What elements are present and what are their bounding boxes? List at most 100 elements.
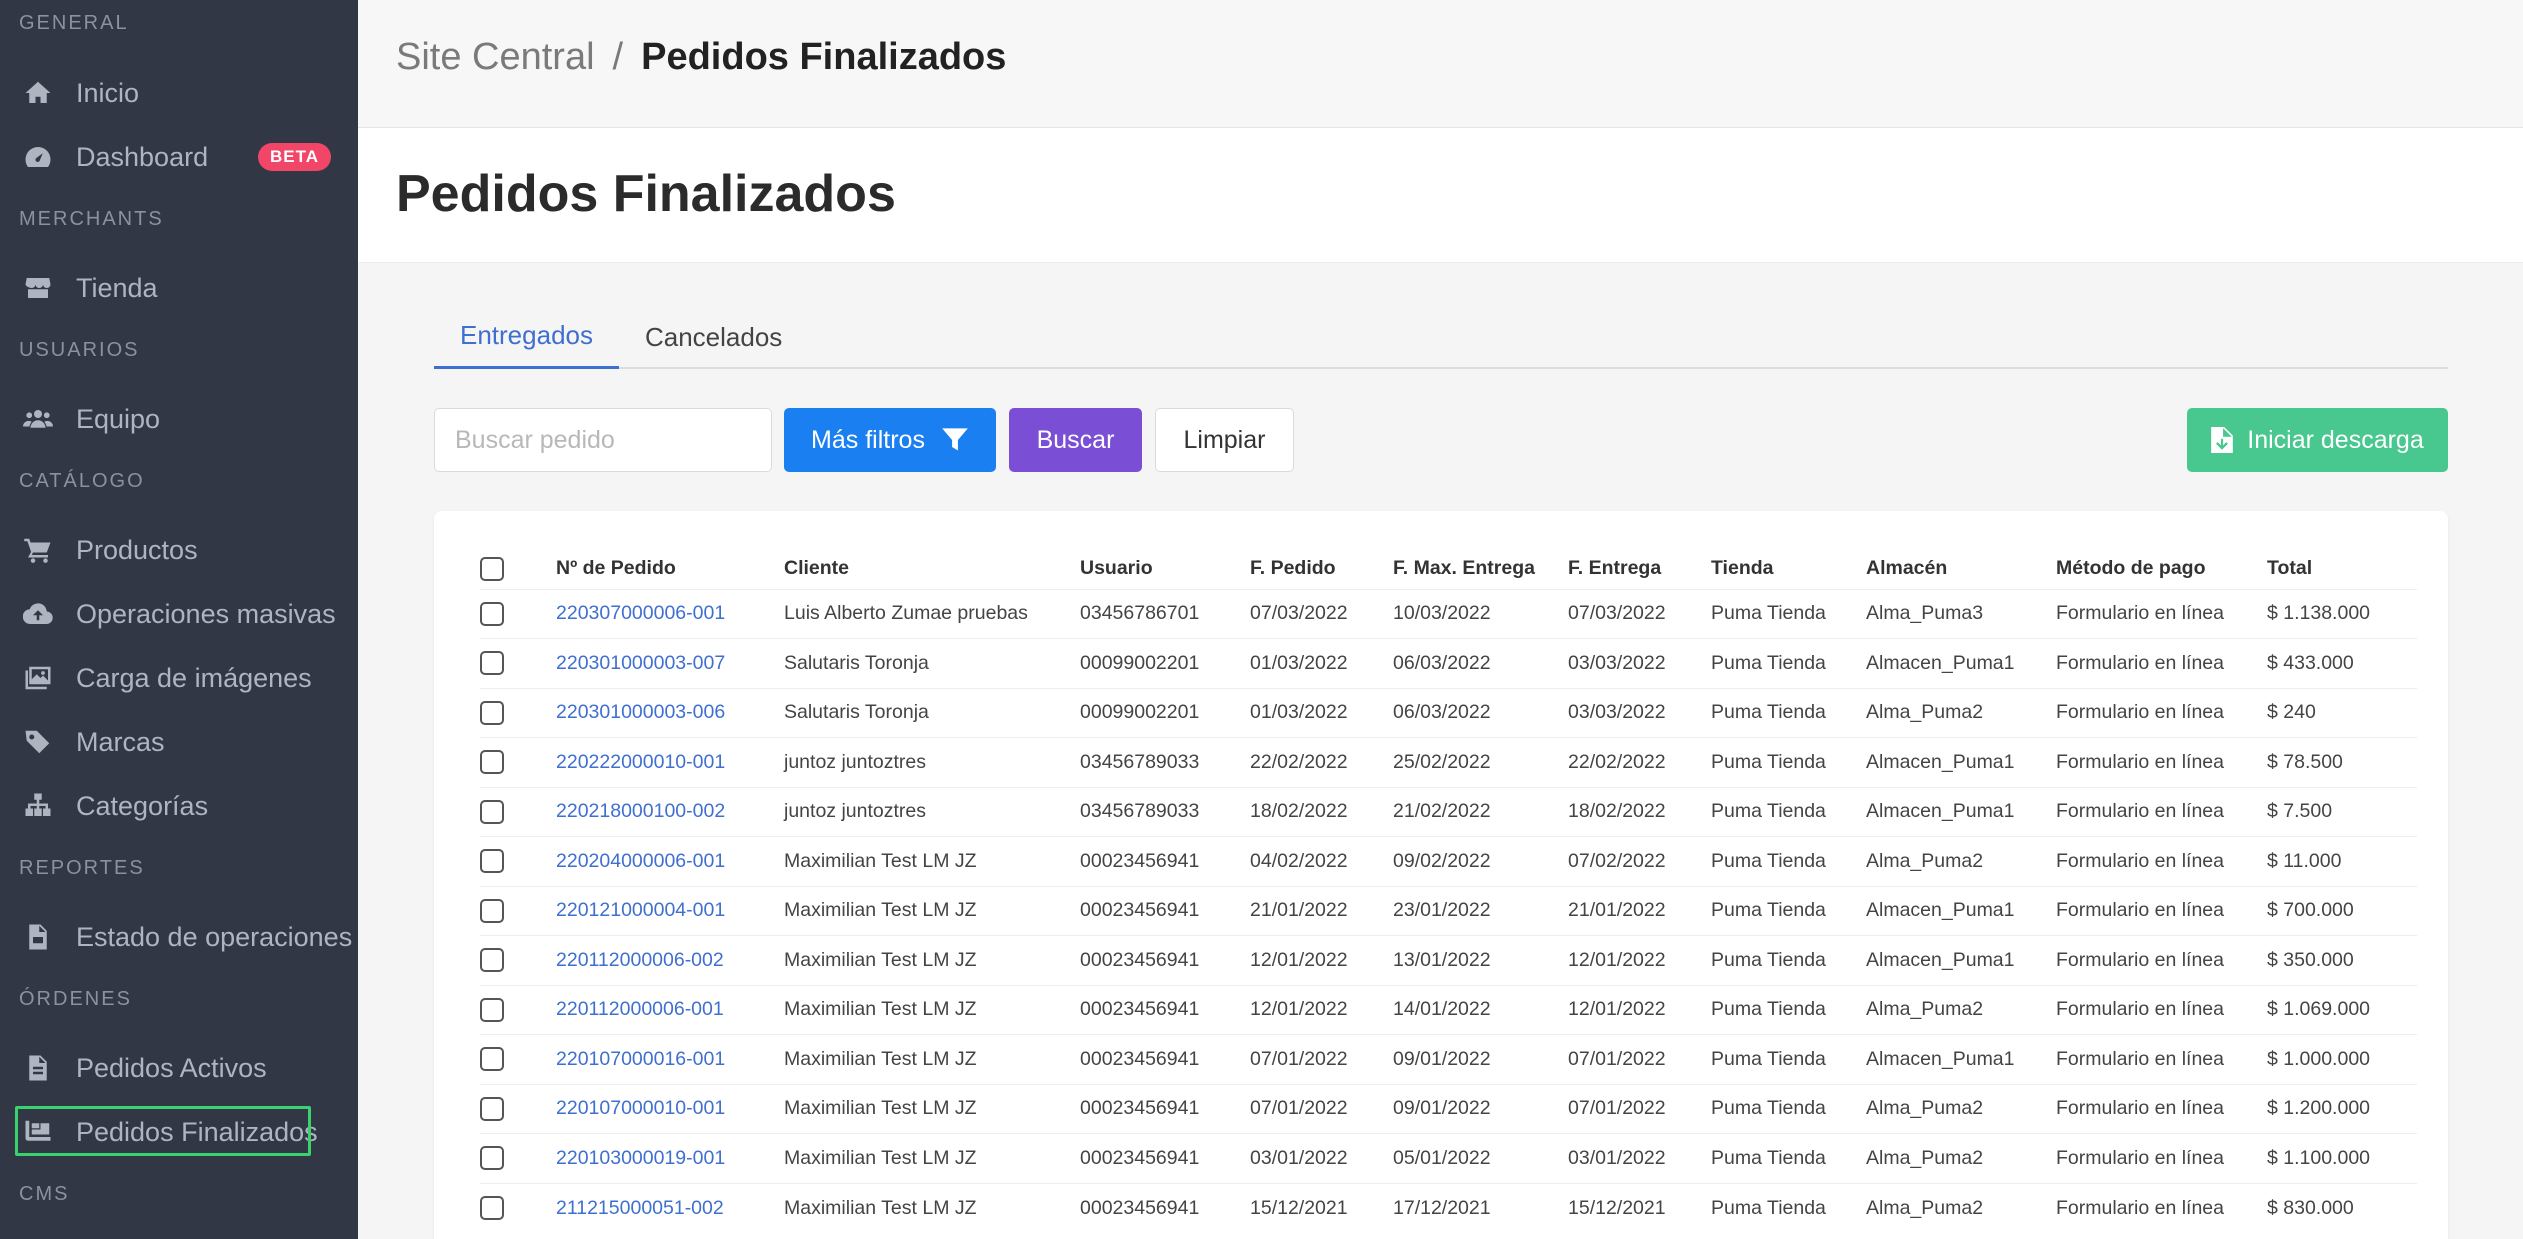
file-invoice-icon [20, 922, 56, 952]
sidebar-item-productos[interactable]: Productos [0, 522, 358, 578]
sidebar-item-tienda[interactable]: Tienda [0, 260, 358, 316]
col-header-fecha-pedido[interactable]: F. Pedido [1250, 549, 1393, 589]
search-input[interactable] [434, 408, 772, 472]
cell-order-number: 220107000016-001 [556, 1034, 784, 1084]
order-link[interactable]: 211215000051-002 [556, 1197, 724, 1219]
row-checkbox[interactable] [480, 799, 504, 824]
tab-cancelados[interactable]: Cancelados [619, 305, 808, 369]
row-checkbox-cell [480, 836, 556, 886]
sidebar-item-label: Inicio [76, 77, 140, 108]
cell-fecha-pedido: 15/12/2021 [1250, 1182, 1393, 1233]
sidebar-item-equipo[interactable]: Equipo [0, 391, 358, 447]
cell-fecha-pedido: 01/03/2022 [1250, 687, 1393, 738]
orders-table-card: Nº de Pedido Cliente Usuario F. Pedido F… [434, 511, 2448, 1239]
col-header-total[interactable]: Total [2267, 549, 2417, 589]
col-header-cliente[interactable]: Cliente [784, 549, 1080, 589]
col-header-usuario[interactable]: Usuario [1080, 549, 1250, 589]
col-header-pedido[interactable]: Nº de Pedido [556, 549, 784, 589]
row-checkbox[interactable] [480, 948, 504, 973]
cell-fecha-pedido: 07/01/2022 [1250, 1034, 1393, 1084]
sidebar-item-carga-imagenes[interactable]: Carga de imágenes [0, 650, 358, 706]
col-header-fecha-max-entrega[interactable]: F. Max. Entrega [1393, 549, 1568, 589]
cell-tienda: Puma Tienda [1711, 1034, 1866, 1084]
cell-order-number: 220112000006-002 [556, 935, 784, 985]
cell-fecha-entrega: 07/03/2022 [1568, 588, 1711, 639]
cell-fecha-pedido: 04/02/2022 [1250, 836, 1393, 886]
tab-entregados[interactable]: Entregados [434, 305, 619, 369]
cell-cliente: Maximilian Test LM JZ [784, 1182, 1080, 1233]
row-checkbox[interactable] [480, 651, 504, 676]
sidebar-item-marcas[interactable]: Marcas [0, 714, 358, 770]
row-checkbox[interactable] [480, 1146, 504, 1171]
select-all-checkbox[interactable] [480, 556, 504, 581]
table-row: 220103000019-001 Maximilian Test LM JZ 000… [480, 1133, 2417, 1183]
order-link[interactable]: 220204000006-001 [556, 850, 725, 872]
row-checkbox[interactable] [480, 997, 504, 1022]
order-link[interactable]: 220107000010-001 [556, 1097, 725, 1119]
order-link[interactable]: 220218000100-002 [556, 800, 725, 822]
cell-cliente: Maximilian Test LM JZ [784, 935, 1080, 985]
col-header-metodo-pago[interactable]: Método de pago [2056, 549, 2267, 589]
order-link[interactable]: 220103000019-001 [556, 1147, 725, 1169]
row-checkbox[interactable] [480, 601, 504, 626]
col-header-almacen[interactable]: Almacén [1866, 549, 2056, 589]
cell-tienda: Puma Tienda [1711, 984, 1866, 1035]
more-filters-button[interactable]: Más filtros [784, 408, 996, 472]
cell-fecha-entrega: 15/12/2021 [1568, 1182, 1711, 1233]
row-checkbox[interactable] [480, 750, 504, 775]
table-header-row: Nº de Pedido Cliente Usuario F. Pedido F… [480, 549, 2417, 589]
search-button[interactable]: Buscar [1009, 408, 1142, 472]
breadcrumb-current: Pedidos Finalizados [641, 36, 1007, 78]
sidebar-item-inicio[interactable]: Inicio [0, 65, 358, 121]
cell-metodo-pago: Formulario en línea [2056, 984, 2267, 1035]
row-checkbox[interactable] [480, 1047, 504, 1072]
clear-button[interactable]: Limpiar [1155, 408, 1294, 472]
cell-metodo-pago: Formulario en línea [2056, 1034, 2267, 1084]
sidebar-item-pedidos-finalizados[interactable]: Pedidos Finalizados [0, 1104, 358, 1160]
table-row: 220112000006-001 Maximilian Test LM JZ 000… [480, 984, 2417, 1035]
order-link[interactable]: 220112000006-002 [556, 949, 724, 971]
cell-fecha-entrega: 18/02/2022 [1568, 786, 1711, 837]
cell-fecha-max-entrega: 09/01/2022 [1393, 1083, 1568, 1134]
cell-cliente: Maximilian Test LM JZ [784, 885, 1080, 936]
cell-fecha-entrega: 07/01/2022 [1568, 1083, 1711, 1134]
sidebar-item-operaciones-masivas[interactable]: Operaciones masivas [0, 586, 358, 642]
page-title: Pedidos Finalizados [396, 165, 896, 223]
sidebar-item-categorias[interactable]: Categorías [0, 778, 358, 834]
main-content: Entregados Cancelados Más filtros Buscar… [358, 263, 2523, 1239]
row-checkbox[interactable] [480, 700, 504, 725]
sidebar-item-pedidos-activos[interactable]: Pedidos Activos [0, 1040, 358, 1096]
order-link[interactable]: 220301000003-007 [556, 652, 725, 674]
tabs: Entregados Cancelados [434, 305, 2448, 369]
order-link[interactable]: 220301000003-006 [556, 701, 725, 723]
order-link[interactable]: 220107000016-001 [556, 1048, 725, 1070]
breadcrumb-root[interactable]: Site Central [396, 36, 595, 79]
row-checkbox[interactable] [480, 849, 504, 874]
sidebar-item-label: Operaciones masivas [76, 598, 336, 629]
row-checkbox-cell [480, 588, 556, 639]
row-checkbox[interactable] [480, 1096, 504, 1121]
order-link[interactable]: 220222000010-001 [556, 751, 725, 773]
sidebar-item-label: Categorías [76, 790, 209, 821]
col-header-fecha-entrega[interactable]: F. Entrega [1568, 549, 1711, 589]
download-button[interactable]: Iniciar descarga [2187, 408, 2448, 472]
cell-usuario: 00023456941 [1080, 984, 1250, 1035]
cell-usuario: 00023456941 [1080, 836, 1250, 886]
order-link[interactable]: 220121000004-001 [556, 899, 725, 921]
sitemap-icon [20, 791, 56, 821]
cell-cliente: Maximilian Test LM JZ [784, 984, 1080, 1035]
order-link[interactable]: 220112000006-001 [556, 998, 724, 1020]
cell-almacen: Almacen_Puma1 [1866, 935, 2056, 985]
cell-order-number: 220222000010-001 [556, 737, 784, 787]
cell-fecha-entrega: 12/01/2022 [1568, 935, 1711, 985]
cell-almacen: Alma_Puma2 [1866, 1182, 2056, 1233]
sidebar-item-estado-operaciones[interactable]: Estado de operaciones [0, 909, 358, 965]
row-checkbox[interactable] [480, 1196, 504, 1220]
topbar: Site Central / Pedidos Finalizados [358, 0, 2523, 128]
row-checkbox[interactable] [480, 898, 504, 923]
order-link[interactable]: 220307000006-001 [556, 602, 725, 624]
cell-metodo-pago: Formulario en línea [2056, 1182, 2267, 1233]
col-header-tienda[interactable]: Tienda [1711, 549, 1866, 589]
sidebar-item-dashboard[interactable]: Dashboard BETA [0, 129, 358, 185]
cell-order-number: 220301000003-006 [556, 687, 784, 738]
